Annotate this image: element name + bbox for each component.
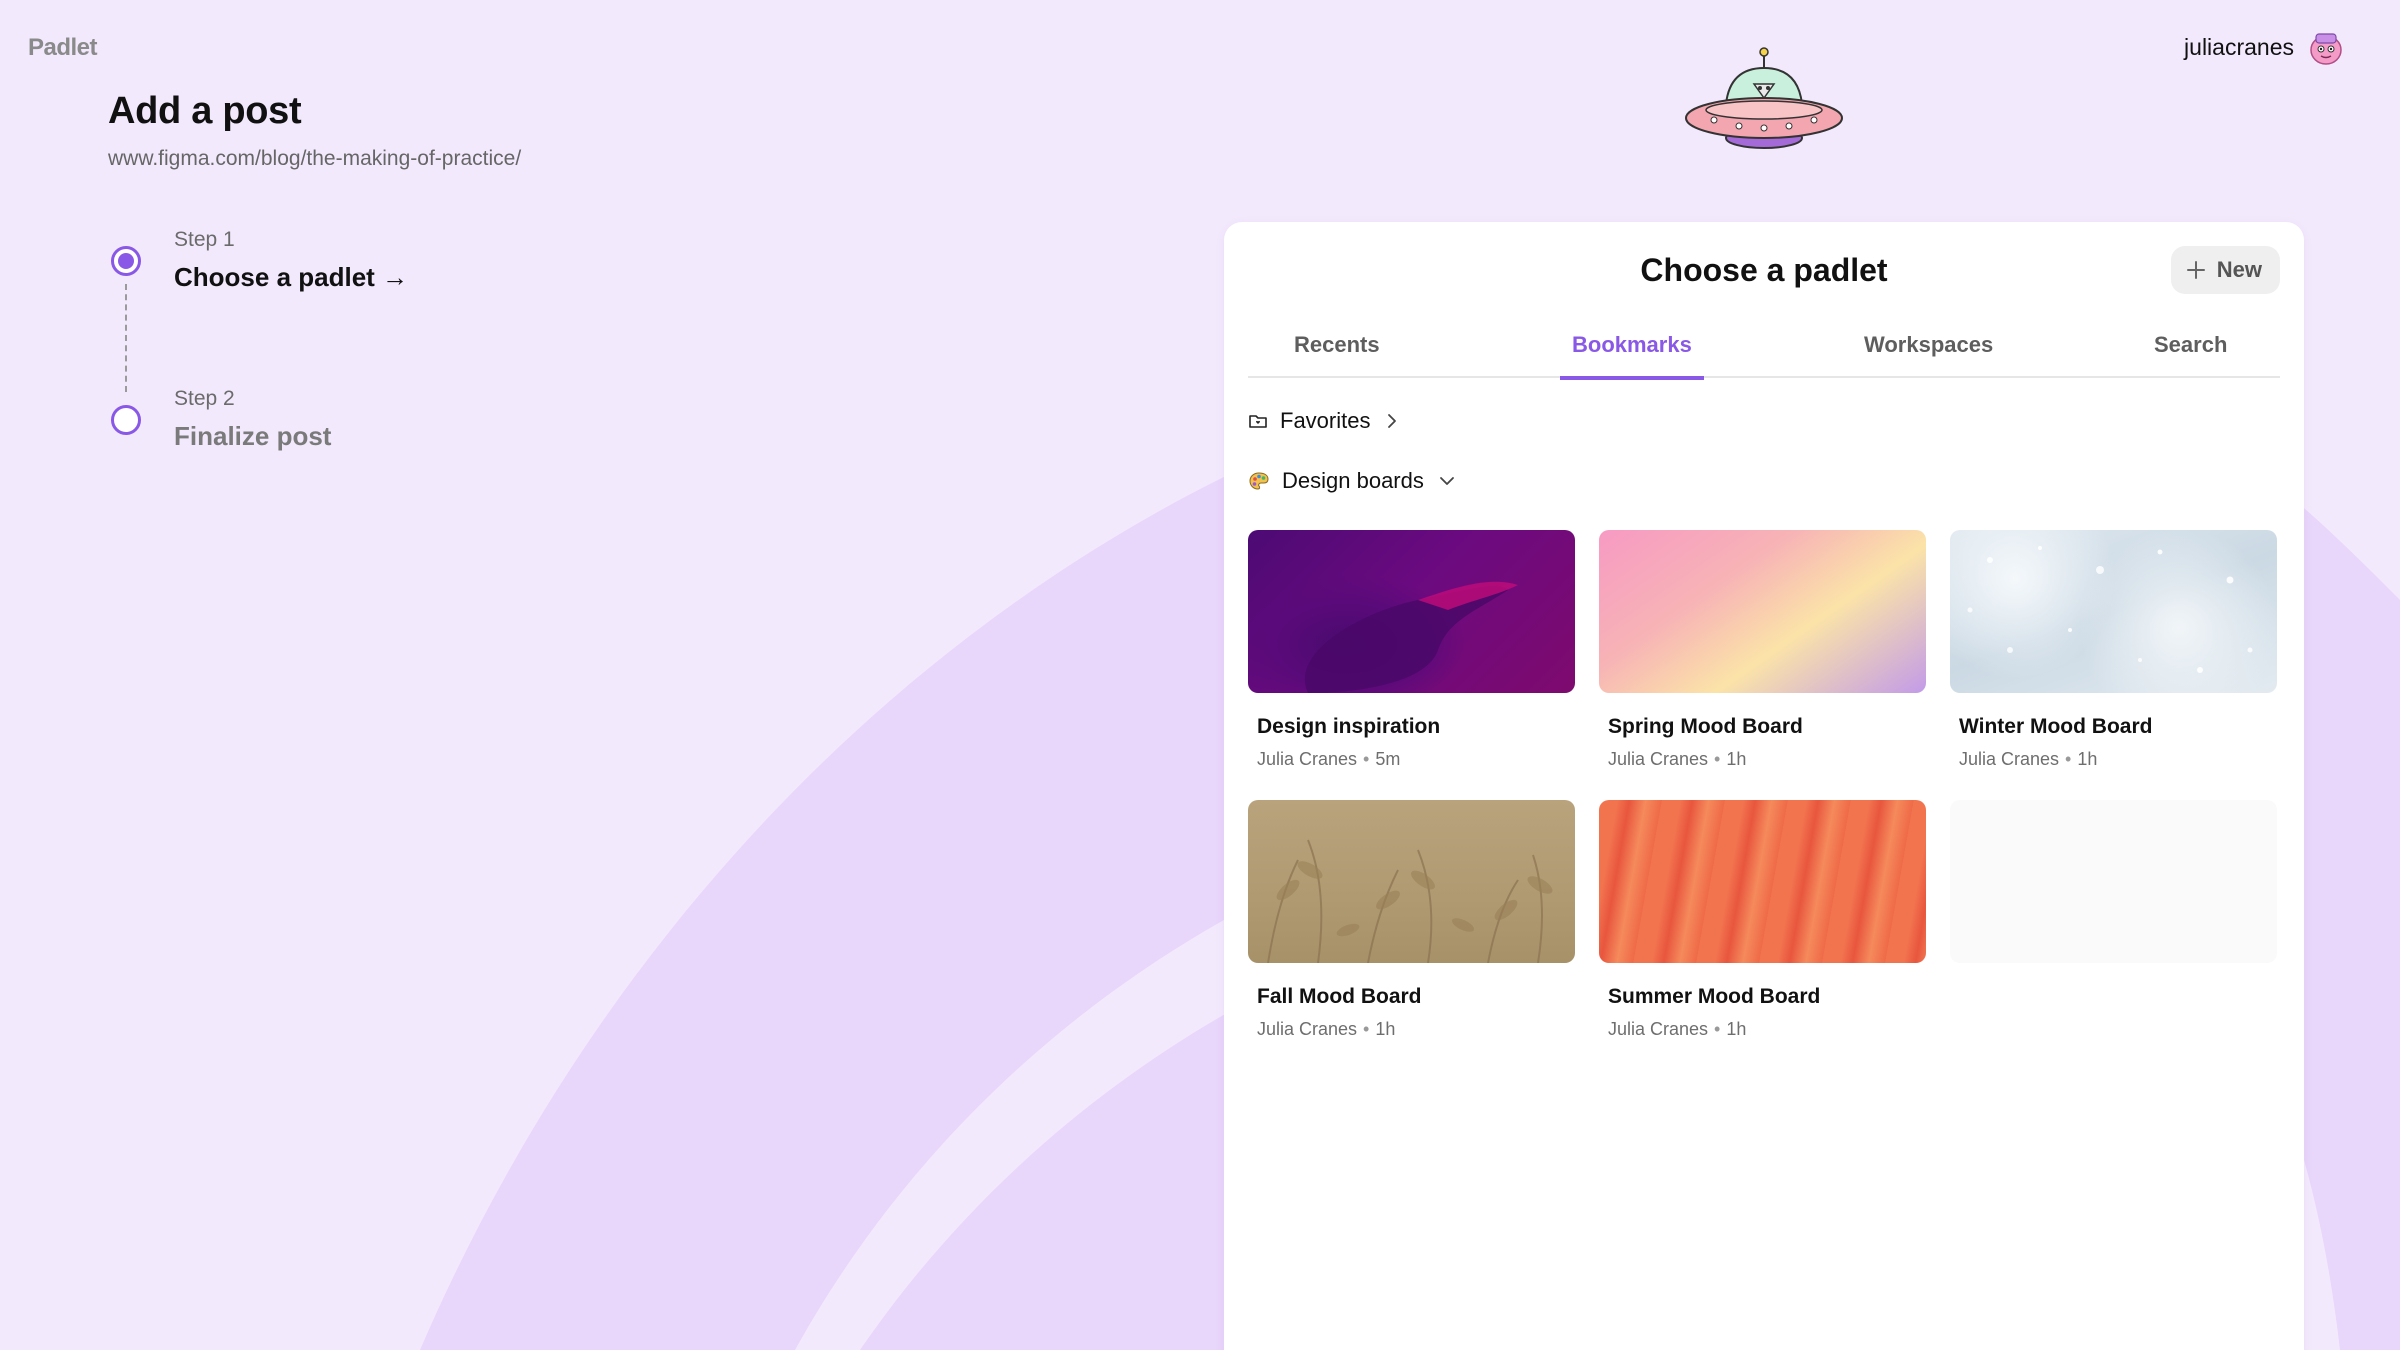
padlet-time: 1h	[1375, 1019, 1396, 1039]
step-2-indicator	[111, 405, 141, 435]
padlet-card-winter-mood-board[interactable]: Winter Mood Board Julia Cranes • 1h	[1950, 530, 2277, 770]
new-padlet-button[interactable]: New	[2170, 246, 2280, 294]
padlet-thumbnail	[1248, 800, 1575, 963]
empty-thumbnail	[1950, 800, 2277, 963]
page-title: Add a post	[108, 90, 302, 132]
step-2-label: Step 2	[174, 387, 235, 410]
post-url: www.figma.com/blog/the-making-of-practic…	[108, 147, 522, 170]
step-1-label: Step 1	[174, 228, 235, 251]
tab-recents[interactable]: Recents	[1282, 328, 1392, 376]
padlet-time: 1h	[1726, 749, 1747, 769]
padlet-thumbnail	[1950, 530, 2277, 693]
palette-icon	[1249, 472, 1269, 490]
padlet-card-summer-mood-board[interactable]: Summer Mood Board Julia Cranes • 1h	[1599, 800, 1926, 1040]
padlet-title: Spring Mood Board	[1608, 715, 1803, 738]
padlet-title: Fall Mood Board	[1257, 985, 1422, 1008]
padlet-time: 5m	[1375, 749, 1401, 769]
padlet-meta: Julia Cranes • 5m	[1257, 749, 1401, 769]
user-menu[interactable]: juliacranes	[2184, 28, 2344, 66]
padlet-time: 1h	[1726, 1019, 1747, 1039]
padlet-title: Winter Mood Board	[1959, 715, 2153, 738]
favorites-label: Favorites	[1280, 408, 1371, 433]
padlet-card-fall-mood-board[interactable]: Fall Mood Board Julia Cranes • 1h	[1248, 800, 1575, 1040]
thumbnail-art	[1967, 546, 2253, 673]
padlet-author: Julia Cranes	[1608, 749, 1709, 769]
padlet-thumbnail	[1248, 530, 1575, 693]
padlet-author: Julia Cranes	[1257, 749, 1358, 769]
choose-padlet-panel: Choose a padlet New Recents Bookmarks Wo…	[1224, 222, 2304, 1350]
ufo-illustration	[1685, 47, 1843, 149]
padlet-meta: Julia Cranes • 1h	[1257, 1019, 1396, 1039]
tab-bar: Recents Bookmarks Workspaces Search	[1248, 328, 2280, 380]
folder-icon	[1249, 415, 1267, 428]
padlet-card-placeholder	[1950, 800, 2277, 963]
padlet-card-design-inspiration[interactable]: Design inspiration Julia Cranes • 5m	[1248, 530, 1575, 770]
padlet-time: 1h	[2077, 749, 2098, 769]
step-2-name: Finalize post	[174, 421, 332, 451]
design-boards-label: Design boards	[1282, 468, 1424, 493]
padlet-logo[interactable]: Padlet	[28, 34, 98, 62]
padlet-title: Summer Mood Board	[1608, 985, 1821, 1008]
step-2[interactable]: Step 2 Finalize post	[174, 387, 331, 452]
padlet-card-spring-mood-board[interactable]: Spring Mood Board Julia Cranes • 1h	[1599, 530, 1926, 770]
padlet-author: Julia Cranes	[1959, 749, 2060, 769]
username[interactable]: juliacranes	[2184, 34, 2294, 61]
padlet-author: Julia Cranes	[1608, 1019, 1709, 1039]
step-1-name: Choose a padlet →	[174, 262, 409, 292]
new-button-label: New	[2216, 257, 2262, 282]
plus-icon	[2186, 261, 2205, 279]
step-1-indicator	[111, 246, 141, 276]
step-1[interactable]: Step 1 Choose a padlet →	[174, 228, 408, 293]
padlet-thumbnail	[1599, 800, 1926, 963]
tab-workspaces[interactable]: Workspaces	[1852, 328, 2005, 376]
tab-search[interactable]: Search	[2142, 328, 2239, 376]
padlet-meta: Julia Cranes • 1h	[1959, 749, 2098, 769]
step-connector	[125, 284, 127, 392]
favorites-breadcrumb[interactable]: Favorites	[1248, 408, 1402, 434]
padlet-author: Julia Cranes	[1257, 1019, 1358, 1039]
tab-bookmarks[interactable]: Bookmarks	[1560, 328, 1704, 380]
padlet-meta: Julia Cranes • 1h	[1608, 749, 1747, 769]
page-header: Add a post www.figma.com/blog/the-making…	[108, 90, 521, 171]
stepper: Step 1 Choose a padlet → Step 2 Finalize…	[108, 228, 608, 468]
padlet-thumbnail	[1599, 530, 1926, 693]
design-boards-group[interactable]: Design boards	[1248, 468, 1458, 494]
avatar[interactable]	[2308, 28, 2344, 66]
thumbnail-art	[1304, 581, 1518, 693]
padlet-meta: Julia Cranes • 1h	[1608, 1019, 1747, 1039]
app-window: Padlet juliacranes Add a post www.figma.…	[0, 0, 2400, 1350]
padlet-title: Design inspiration	[1257, 715, 1441, 738]
panel-title: Choose a padlet	[1640, 252, 1888, 288]
chevron-down-icon	[1439, 477, 1454, 485]
thumbnail-art	[1267, 839, 1553, 963]
chevron-right-icon	[1388, 414, 1397, 428]
